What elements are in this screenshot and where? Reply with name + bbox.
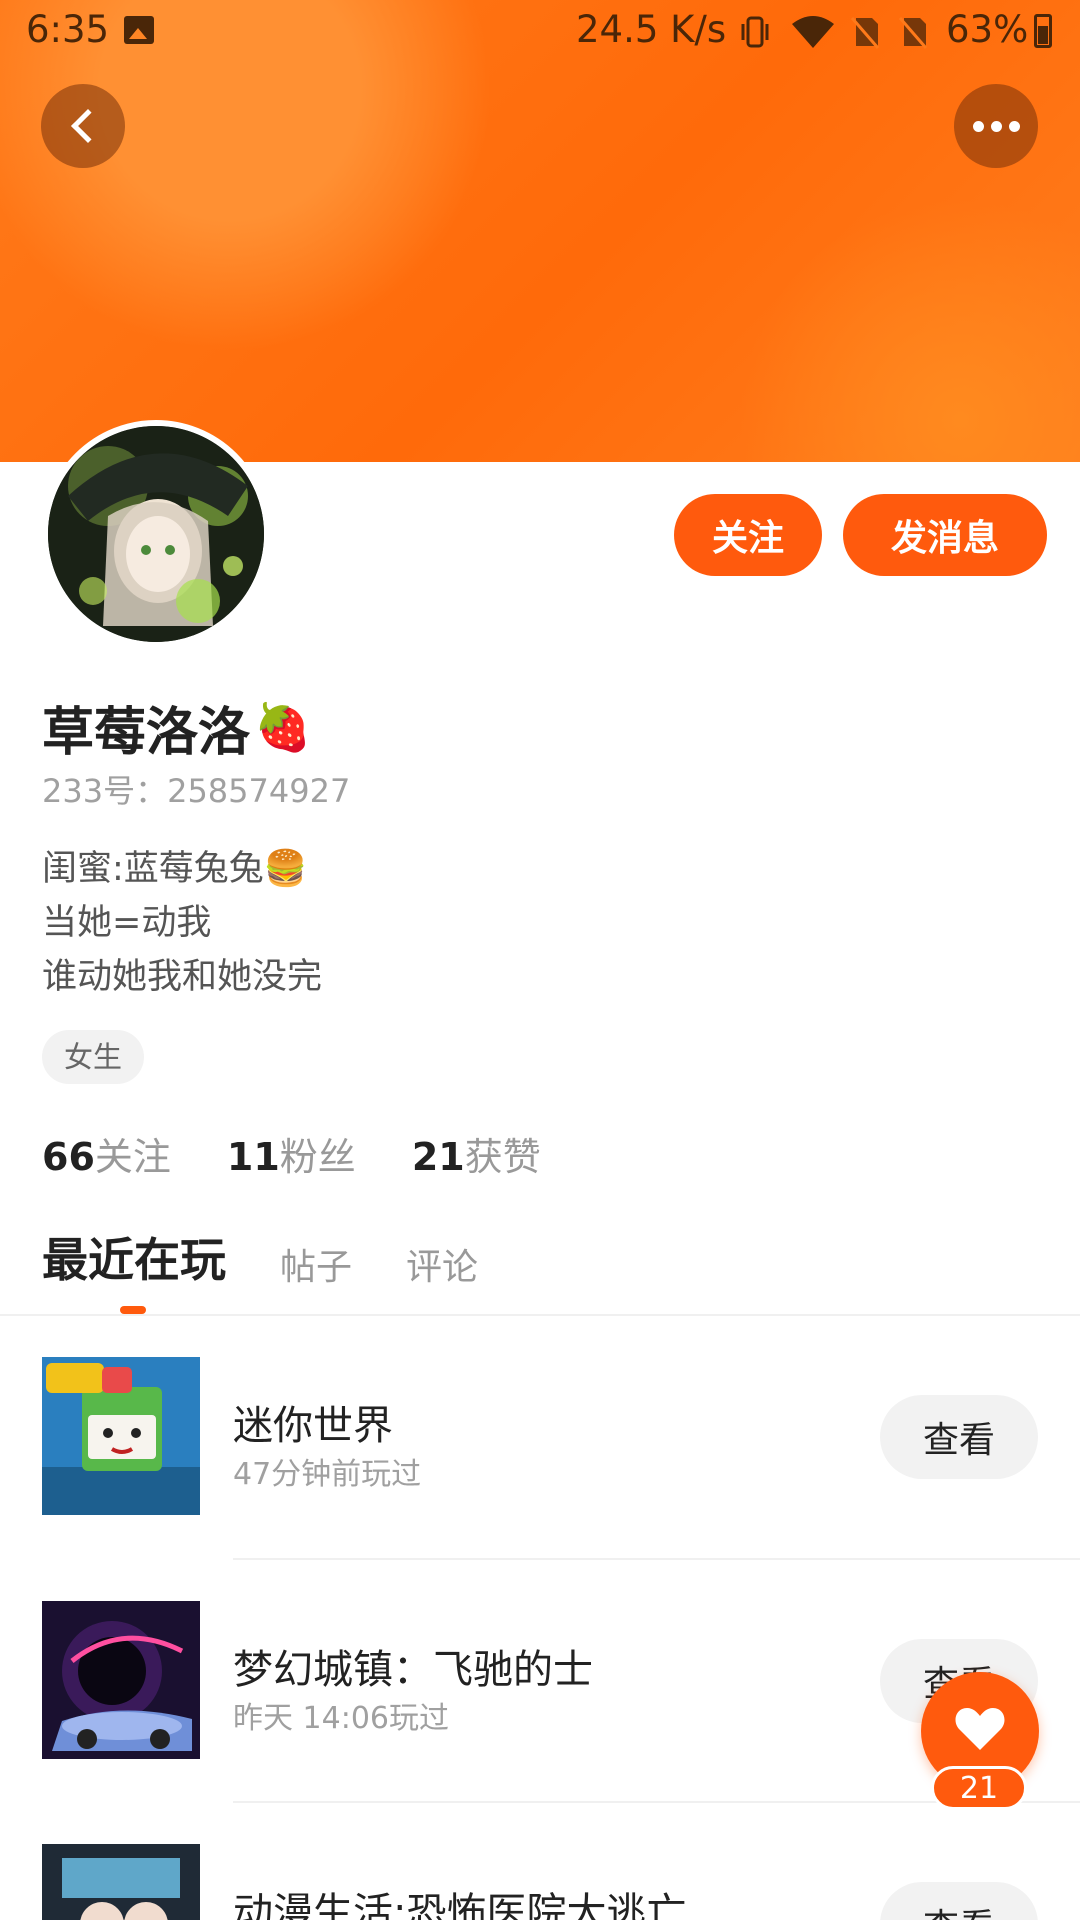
avatar[interactable] (42, 420, 270, 648)
back-icon (71, 109, 105, 143)
game-thumbnail (42, 1844, 200, 1920)
network-speed: 24.5 K/s (576, 8, 727, 51)
row-divider (233, 1558, 1080, 1560)
strawberry-emoji: 🍓 (254, 700, 312, 754)
more-options-button[interactable] (954, 84, 1038, 168)
tab-recently-played[interactable]: 最近在玩 (42, 1224, 226, 1290)
no-sim-icon (896, 14, 930, 58)
stat-fans[interactable]: 11粉丝 (227, 1126, 356, 1181)
no-sim-icon (848, 14, 882, 58)
last-played: 47分钟前玩过 (233, 1457, 422, 1492)
view-button[interactable]: 查看 (880, 1882, 1038, 1920)
stat-number: 21 (411, 1135, 465, 1179)
tab-posts[interactable]: 帖子 (280, 1238, 352, 1290)
image-icon (124, 16, 154, 44)
status-time: 6:35 (26, 8, 110, 51)
last-played: 昨天 14:06玩过 (233, 1701, 449, 1736)
battery-icon (1034, 14, 1052, 48)
follow-button[interactable]: 关注 (674, 494, 822, 576)
user-id: 233号：258574927 (42, 772, 351, 810)
list-item[interactable]: 梦幻城镇：飞驰的士 昨天 14:06玩过 查看 (0, 1601, 1080, 1761)
bio-line: 闺蜜:蓝莓兔兔🍔 (42, 849, 308, 889)
stat-following[interactable]: 66关注 (42, 1126, 171, 1181)
stat-label: 获赞 (464, 1135, 541, 1179)
stat-label: 关注 (94, 1135, 171, 1179)
bio-line: 谁动她我和她没完 (42, 957, 323, 997)
game-thumbnail (42, 1601, 200, 1759)
send-message-button[interactable]: 发消息 (843, 494, 1047, 576)
heart-icon (954, 1706, 1006, 1756)
stat-number: 11 (226, 1135, 280, 1179)
tabs-divider (0, 1314, 1080, 1316)
list-item[interactable]: 迷你世界 47分钟前玩过 查看 (0, 1357, 1080, 1517)
stats-bar: 66关注 11粉丝 21获赞 (42, 1126, 541, 1181)
active-tab-indicator (120, 1306, 146, 1314)
wifi-icon (790, 14, 836, 58)
more-icon (972, 120, 1020, 132)
stat-label: 粉丝 (279, 1135, 356, 1179)
username-text: 草莓洛洛 (42, 703, 251, 763)
game-name: 迷你世界 (233, 1403, 393, 1449)
game-name: 动漫生活:恐怖医院大逃亡 (233, 1890, 687, 1920)
game-name: 梦幻城镇：飞驰的士 (233, 1647, 593, 1693)
like-count-badge: 21 (931, 1766, 1027, 1810)
battery-percent: 63% (946, 8, 1029, 51)
stat-likes[interactable]: 21获赞 (412, 1126, 541, 1181)
view-button[interactable]: 查看 (880, 1395, 1038, 1479)
bio-line: 当她=动我 (42, 903, 212, 943)
bio: 闺蜜:蓝莓兔兔🍔 当她=动我 谁动她我和她没完 (42, 842, 322, 1004)
list-item[interactable]: 动漫生活:恐怖医院大逃亡 查看 (0, 1844, 1080, 1920)
gender-tag: 女生 (42, 1030, 145, 1084)
vibrate-icon (738, 14, 772, 58)
profile-tabs: 最近在玩 帖子 评论 (42, 1224, 532, 1290)
tab-comments[interactable]: 评论 (406, 1238, 478, 1290)
game-thumbnail (42, 1357, 200, 1515)
back-button[interactable] (41, 84, 125, 168)
stat-number: 66 (42, 1135, 95, 1179)
profile-header-background (0, 0, 1080, 462)
status-bar: 6:35 24.5 K/s 63% (0, 0, 1080, 64)
username: 草莓洛洛 🍓 (42, 690, 311, 765)
